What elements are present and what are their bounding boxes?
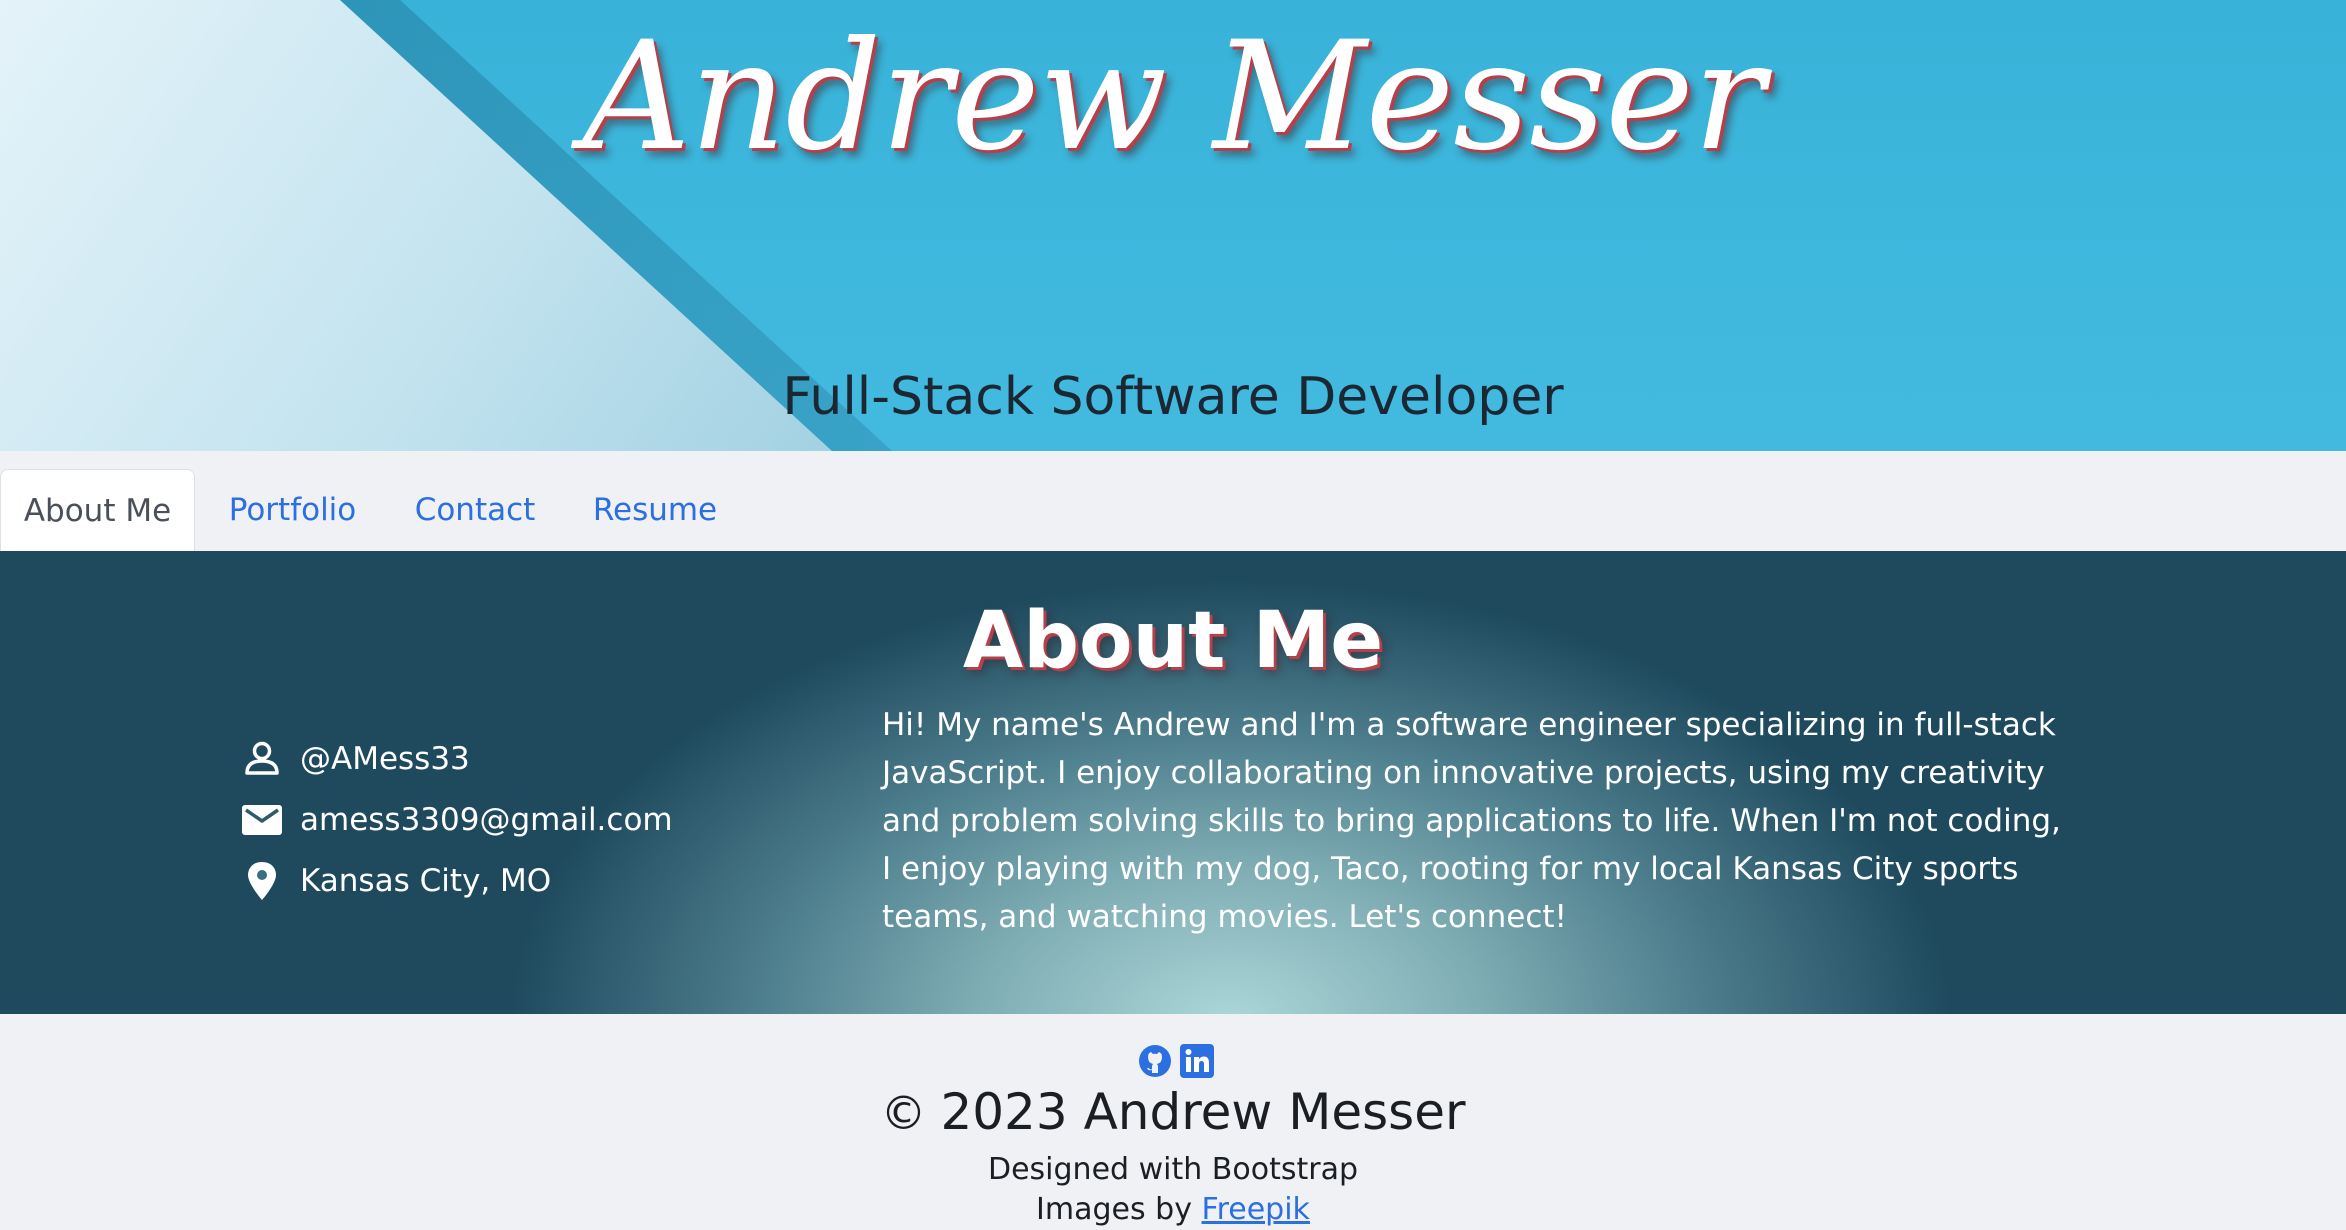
envelope-icon (240, 801, 284, 841)
footer: © 2023 Andrew Messer Designed with Bootst… (0, 1014, 2346, 1227)
tab-contact[interactable]: Contact (400, 469, 550, 551)
designed-with-text: Designed with Bootstrap (987, 1152, 1358, 1187)
contact-handle-text: @AMess33 (300, 741, 470, 777)
site-title: Andrew Messer (582, 10, 1764, 184)
linkedin-icon[interactable] (1180, 1044, 1214, 1078)
copyright-text: 2023 Andrew Messer (940, 1083, 1466, 1141)
about-heading: About Me (962, 596, 1384, 686)
contact-email-text: amess3309@gmail.com (300, 802, 673, 838)
contact-location-text: Kansas City, MO (300, 863, 552, 899)
hero-header: Andrew Messer Full-Stack Software Develo… (0, 0, 2346, 451)
images-credit: Images by Freepik (0, 1190, 2346, 1230)
images-credit-prefix: Images by (1036, 1192, 1192, 1227)
freepik-link[interactable]: Freepik (1202, 1192, 1310, 1227)
nav-tabs: About Me Portfolio Contact Resume (0, 451, 2346, 552)
map-pin-icon (240, 862, 284, 902)
person-icon (240, 740, 284, 780)
github-icon[interactable] (1138, 1044, 1172, 1078)
social-links (1138, 1044, 1218, 1080)
about-section: About Me @AMess33 amess3309@gmail.com Ka… (0, 551, 2346, 1014)
site-subtitle: Full-Stack Software Developer (782, 367, 1564, 427)
tab-about-me[interactable]: About Me (0, 469, 195, 551)
tab-resume[interactable]: Resume (582, 469, 728, 551)
copyright: © 2023 Andrew Messer (0, 1078, 2346, 1147)
tab-portfolio[interactable]: Portfolio (210, 469, 375, 551)
copyright-symbol: © (880, 1086, 927, 1140)
about-bio: Hi! My name's Andrew and I'm a software … (882, 707, 2061, 935)
